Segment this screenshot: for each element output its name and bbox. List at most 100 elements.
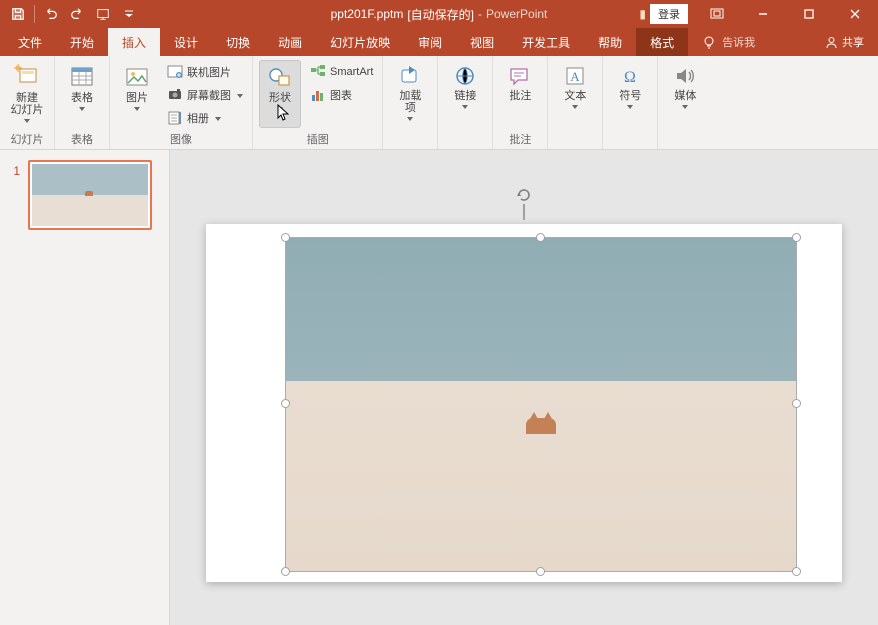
resize-handle-tc[interactable] [536,233,545,242]
tell-me-label: 告诉我 [722,34,755,50]
pictures-button[interactable]: 图片 [116,60,158,128]
pictures-icon [124,64,150,90]
resize-handle-bl[interactable] [281,567,290,576]
tell-me[interactable]: 告诉我 [688,28,769,56]
group-images-label: 图像 [170,131,192,147]
tab-file[interactable]: 文件 [4,28,56,56]
tab-transition[interactable]: 切换 [212,28,264,56]
text-icon: A [563,64,587,88]
group-slides-label: 幻灯片 [11,131,44,147]
selected-picture[interactable] [286,238,796,571]
tab-view[interactable]: 视图 [456,28,508,56]
group-tables-label: 表格 [71,131,93,147]
comment-button[interactable]: 批注 [499,60,541,128]
new-slide-button[interactable]: 新建幻灯片 [6,60,48,128]
start-icon[interactable] [91,2,115,26]
media-label: 媒体 [674,90,696,102]
resize-handle-br[interactable] [792,567,801,576]
title-bar: ppt201F.pptm [自动保存的] - PowerPoint ▮ 登录 [0,0,878,28]
group-addins: 加载项 [383,56,438,149]
group-tables: 表格 表格 [55,56,110,149]
share-label: 共享 [842,34,864,50]
tab-help[interactable]: 帮助 [584,28,636,56]
ribbon-display-icon[interactable] [694,0,740,28]
online-pictures-button[interactable]: 联机图片 [164,62,246,82]
resize-handle-tr[interactable] [792,233,801,242]
autosave-label: [自动保存的] [407,6,474,23]
chart-button[interactable]: 图表 [307,85,376,105]
thumbnail-1[interactable]: 1 [0,160,169,230]
tab-home[interactable]: 开始 [56,28,108,56]
links-button[interactable]: 链接 [444,60,486,128]
thumbnail-preview[interactable] [28,160,152,230]
slide-canvas-area[interactable] [170,150,878,625]
tab-design[interactable]: 设计 [160,28,212,56]
app-name: PowerPoint [486,7,547,21]
resize-handle-ml[interactable] [281,399,290,408]
table-label: 表格 [71,92,93,104]
speaker-icon [673,64,697,88]
comment-label: 批注 [509,90,531,102]
login-button[interactable]: 登录 [650,4,688,24]
text-label: 文本 [564,90,586,102]
group-media: 媒体 [658,56,712,149]
filename: ppt201F.pptm [331,7,404,21]
share-button[interactable]: 共享 [811,28,878,56]
smartart-label: SmartArt [330,66,373,78]
smartart-icon [310,64,326,80]
comment-icon [508,64,532,88]
screenshot-icon [167,87,183,103]
screenshot-label: 屏幕截图 [187,87,231,103]
tab-format[interactable]: 格式 [636,28,688,56]
online-pictures-label: 联机图片 [187,64,231,80]
smartart-button[interactable]: SmartArt [307,62,376,82]
minimize-icon[interactable] [740,0,786,28]
resize-handle-tl[interactable] [281,233,290,242]
table-button[interactable]: 表格 [61,60,103,128]
tab-slideshow[interactable]: 幻灯片放映 [316,28,404,56]
save-icon[interactable] [6,2,30,26]
workspace: 1 [0,150,878,625]
resize-handle-mr[interactable] [792,399,801,408]
group-slides: 新建幻灯片 幻灯片 [0,56,55,149]
close-icon[interactable] [832,0,878,28]
group-illustrations-label: 插图 [307,131,329,147]
media-button[interactable]: 媒体 [664,60,706,128]
slide[interactable] [206,224,842,582]
maximize-icon[interactable] [786,0,832,28]
online-pictures-icon [167,64,183,80]
rotate-handle[interactable] [515,186,533,220]
ribbon-tabs: 文件 开始 插入 设计 切换 动画 幻灯片放映 审阅 视图 开发工具 帮助 格式… [0,28,878,56]
new-slide-label: 新建幻灯片 [11,92,44,116]
links-label: 链接 [454,90,476,102]
text-button[interactable]: A 文本 [554,60,596,128]
photo-album-button[interactable]: 相册 [164,108,246,128]
slide-thumbnails-panel[interactable]: 1 [0,150,170,625]
qat-dropdown-icon[interactable] [117,2,141,26]
quick-access-toolbar [0,0,147,28]
group-links: 链接 [438,56,493,149]
tab-developer[interactable]: 开发工具 [508,28,584,56]
group-text: A 文本 [548,56,603,149]
undo-icon[interactable] [39,2,63,26]
symbols-label: 符号 [619,90,641,102]
group-comments-label: 批注 [509,131,531,147]
group-comments: 批注 批注 [493,56,548,149]
symbols-button[interactable]: Ω 符号 [609,60,651,128]
new-slide-icon [14,64,40,90]
resize-handle-bc[interactable] [536,567,545,576]
screenshot-button[interactable]: 屏幕截图 [164,85,246,105]
shapes-label: 形状 [269,92,291,104]
addins-button[interactable]: 加载项 [389,60,431,128]
shapes-button[interactable]: 形状 [259,60,301,128]
window-controls: ▮ 登录 [639,0,878,28]
share-icon [825,36,838,49]
tab-insert[interactable]: 插入 [108,28,160,56]
chart-icon [310,87,326,103]
pictures-label: 图片 [126,92,148,104]
tab-review[interactable]: 审阅 [404,28,456,56]
tab-animation[interactable]: 动画 [264,28,316,56]
redo-icon[interactable] [65,2,89,26]
link-icon [453,64,477,88]
lightbulb-icon [702,35,716,49]
